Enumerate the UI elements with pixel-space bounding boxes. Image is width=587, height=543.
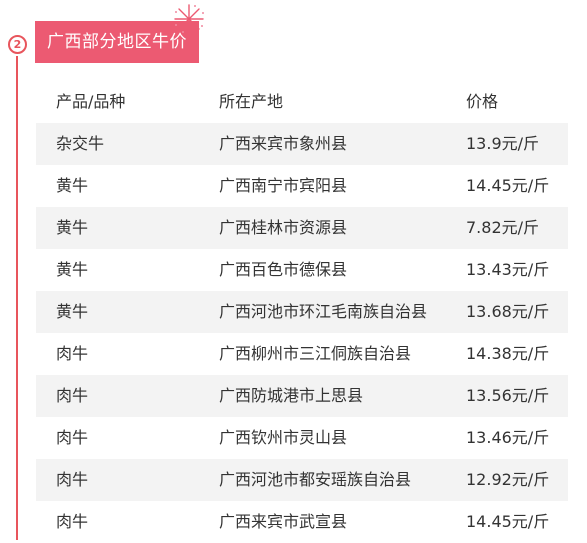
product-cell: 黄牛 [56, 176, 89, 195]
price-cell: 13.9元/斤 [466, 134, 540, 153]
origin-cell: 广西河池市都安瑶族自治县 [219, 470, 412, 489]
product-cell: 肉牛 [56, 428, 89, 447]
price-table: 产品/品种 所在产地 价格 杂交牛 广西来宾市象州县 13.9元/斤 黄牛 广西… [36, 81, 568, 543]
origin-cell: 广西河池市环江毛南族自治县 [219, 302, 428, 321]
price-cell: 13.56元/斤 [466, 386, 550, 405]
origin-cell: 广西桂林市资源县 [219, 218, 348, 237]
price-cell: 14.45元/斤 [466, 176, 550, 195]
origin-cell: 广西柳州市三江侗族自治县 [219, 344, 412, 363]
step-badge: 2 [8, 35, 27, 54]
product-cell: 杂交牛 [56, 134, 105, 153]
table-row: 肉牛 广西钦州市灵山县 13.46元/斤 [36, 417, 568, 459]
table-row: 肉牛 广西河池市都安瑶族自治县 12.92元/斤 [36, 459, 568, 501]
origin-cell: 广西百色市德保县 [219, 260, 348, 279]
table-header-row: 产品/品种 所在产地 价格 [36, 81, 568, 123]
table-row: 黄牛 广西南宁市宾阳县 14.45元/斤 [36, 165, 568, 207]
table-row: 黄牛 广西百色市德保县 13.43元/斤 [36, 249, 568, 291]
price-cell: 14.38元/斤 [466, 344, 550, 363]
column-header-origin: 所在产地 [219, 92, 284, 111]
product-cell: 肉牛 [56, 470, 89, 489]
table-row: 杂交牛 广西来宾市象州县 13.9元/斤 [36, 123, 568, 165]
table-row: 黄牛 广西桂林市资源县 7.82元/斤 [36, 207, 568, 249]
origin-cell: 广西来宾市象州县 [219, 134, 348, 153]
product-cell: 黄牛 [56, 218, 89, 237]
price-cell: 13.43元/斤 [466, 260, 550, 279]
price-cell: 13.68元/斤 [466, 302, 550, 321]
table-row: 肉牛 广西防城港市上思县 13.56元/斤 [36, 375, 568, 417]
product-cell: 黄牛 [56, 302, 89, 321]
price-cell: 13.46元/斤 [466, 428, 550, 447]
firework-icon [174, 4, 204, 34]
table-row: 肉牛 广西来宾市武宣县 14.45元/斤 [36, 501, 568, 543]
table-row: 黄牛 广西河池市环江毛南族自治县 13.68元/斤 [36, 291, 568, 333]
price-cell: 14.45元/斤 [466, 512, 550, 531]
origin-cell: 广西防城港市上思县 [219, 386, 364, 405]
timeline-line [16, 56, 18, 540]
origin-cell: 广西来宾市武宣县 [219, 512, 348, 531]
price-cell: 12.92元/斤 [466, 470, 550, 489]
table-row: 肉牛 广西柳州市三江侗族自治县 14.38元/斤 [36, 333, 568, 375]
origin-cell: 广西南宁市宾阳县 [219, 176, 348, 195]
origin-cell: 广西钦州市灵山县 [219, 428, 348, 447]
product-cell: 黄牛 [56, 260, 89, 279]
product-cell: 肉牛 [56, 344, 89, 363]
column-header-product: 产品/品种 [56, 92, 126, 111]
price-cell: 7.82元/斤 [466, 218, 540, 237]
product-cell: 肉牛 [56, 386, 89, 405]
product-cell: 肉牛 [56, 512, 89, 531]
column-header-price: 价格 [466, 92, 499, 111]
